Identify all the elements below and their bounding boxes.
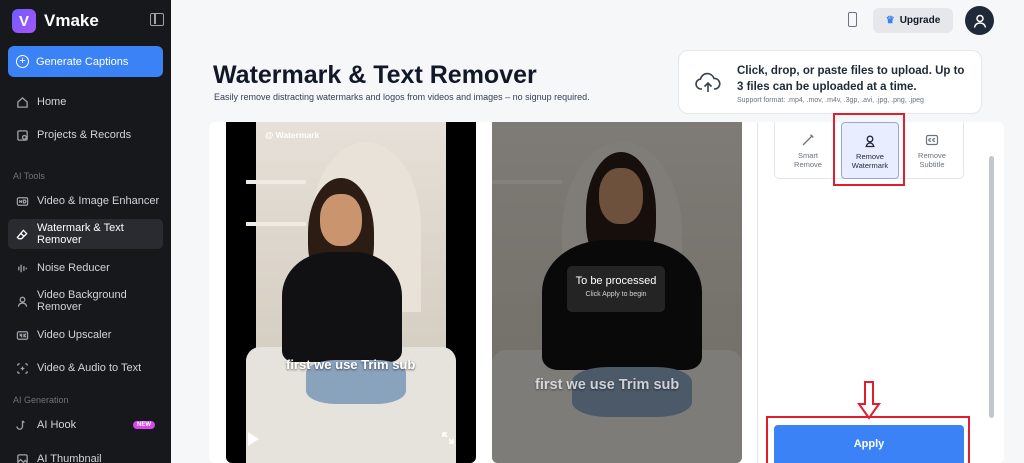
plus-circle-icon: +: [16, 55, 29, 68]
crown-icon: ♛: [885, 15, 895, 26]
eraser-icon: [16, 228, 29, 241]
user-avatar[interactable]: [965, 6, 994, 35]
sidebar: V Vmake + Generate Captions Home Project…: [0, 0, 171, 463]
upload-dropzone[interactable]: Click, drop, or paste files to upload. U…: [678, 50, 982, 114]
mobile-device-icon[interactable]: [848, 12, 857, 27]
original-video-preview[interactable]: @ Watermark first we use Trim sub: [226, 122, 476, 463]
4k-icon: [16, 329, 29, 342]
sidebar-item-label: Video Upscaler: [37, 329, 112, 341]
sidebar-item-label: Video Background Remover: [37, 289, 127, 313]
annotation-down-arrow-icon: [857, 381, 881, 420]
generate-captions-button[interactable]: + Generate Captions: [8, 46, 163, 77]
sidebar-item-label: Home: [37, 96, 67, 108]
sidebar-item-label: Video & Image Enhancer: [37, 195, 160, 207]
expand-icon[interactable]: [441, 431, 455, 445]
tool-label: Remove: [794, 160, 822, 169]
sidebar-item-home[interactable]: Home: [8, 87, 163, 117]
tool-remove-subtitle[interactable]: Remove Subtitle: [903, 122, 961, 179]
scrollbar-thumb[interactable]: [989, 156, 994, 418]
watermark-overlay-text: @ Watermark: [265, 130, 320, 140]
main-content: Watermark & Text Remover Easily remove d…: [171, 42, 1024, 463]
upload-instructions: Click, drop, or paste files to upload. U…: [737, 65, 965, 93]
page-subtitle: Easily remove distracting watermarks and…: [214, 92, 590, 102]
video-caption-original: first we use Trim sub: [286, 357, 416, 372]
sidebar-item-ai-hook[interactable]: AI Hook NEW: [8, 410, 163, 440]
upload-formats: Support format: .mp4, .mov, .m4v, .3gp, …: [737, 97, 924, 104]
video-caption-processed: first we use Trim sub: [535, 377, 680, 393]
thumbnail-icon: [16, 453, 29, 463]
processed-video-preview: first we use Trim sub To be processed Cl…: [492, 122, 742, 463]
tool-smart-remove[interactable]: Smart Remove: [779, 122, 837, 179]
transcribe-icon: [16, 362, 29, 375]
hd-icon: [16, 195, 29, 208]
section-label-ai-generation: AI Generation: [13, 395, 69, 405]
sidebar-item-label: AI Hook: [37, 419, 77, 431]
processing-status-title: To be processed: [575, 275, 657, 287]
vmake-logo[interactable]: V: [12, 9, 36, 33]
sidebar-item-watermark-remover[interactable]: Watermark & Text Remover: [8, 219, 163, 249]
sidebar-item-label: AI Thumbnail: [37, 453, 102, 463]
processing-status: To be processed Click Apply to begin: [567, 266, 665, 312]
tool-panel-scrollbar[interactable]: [987, 122, 996, 463]
upgrade-label: Upgrade: [899, 15, 941, 26]
sidebar-item-label: Watermark & Text Remover: [37, 222, 124, 246]
magic-wand-icon: [802, 134, 814, 146]
cc-icon: [925, 134, 939, 146]
tool-label: Smart: [797, 151, 818, 160]
sidebar-item-enhancer[interactable]: Video & Image Enhancer: [8, 186, 163, 216]
sidebar-item-label: Noise Reducer: [37, 262, 110, 274]
tool-label: Subtitle: [919, 160, 945, 169]
sidebar-item-projects[interactable]: Projects & Records: [8, 120, 163, 150]
annotation-highlight-remove-watermark: [833, 113, 905, 186]
cloud-upload-icon: [695, 72, 721, 92]
sidebar-item-ai-thumbnail[interactable]: AI Thumbnail: [8, 444, 163, 463]
sidebar-collapse-icon[interactable]: [150, 13, 164, 26]
user-icon: [973, 14, 986, 28]
app-name: Vmake: [44, 11, 99, 30]
sidebar-item-bg-remover[interactable]: Video Background Remover: [8, 286, 163, 316]
sidebar-item-noise-reducer[interactable]: Noise Reducer: [8, 253, 163, 283]
annotation-highlight-apply: [766, 416, 970, 463]
sidebar-item-upscaler[interactable]: Video Upscaler: [8, 320, 163, 350]
top-bar: ♛ Upgrade: [171, 0, 1024, 42]
tool-label: Remove: [918, 151, 946, 160]
person-bg-icon: [16, 295, 29, 308]
generate-captions-label: Generate Captions: [36, 55, 129, 68]
projects-icon: [16, 129, 29, 142]
sidebar-item-audio-to-text[interactable]: Video & Audio to Text: [8, 353, 163, 383]
play-icon[interactable]: [248, 432, 259, 446]
page-title: Watermark & Text Remover: [213, 61, 537, 89]
sidebar-item-label: Video & Audio to Text: [37, 362, 142, 374]
section-label-ai-tools: AI Tools: [13, 171, 45, 181]
logo-row: V Vmake: [12, 8, 164, 34]
processing-status-hint: Click Apply to begin: [585, 291, 647, 298]
noise-icon: [16, 262, 29, 275]
new-badge: NEW: [133, 421, 155, 429]
hook-icon: [16, 419, 29, 432]
upgrade-button[interactable]: ♛ Upgrade: [873, 8, 953, 33]
sidebar-item-label: Projects & Records: [37, 129, 132, 141]
home-icon: [16, 96, 29, 109]
video-frame-original: @ Watermark: [246, 122, 456, 463]
